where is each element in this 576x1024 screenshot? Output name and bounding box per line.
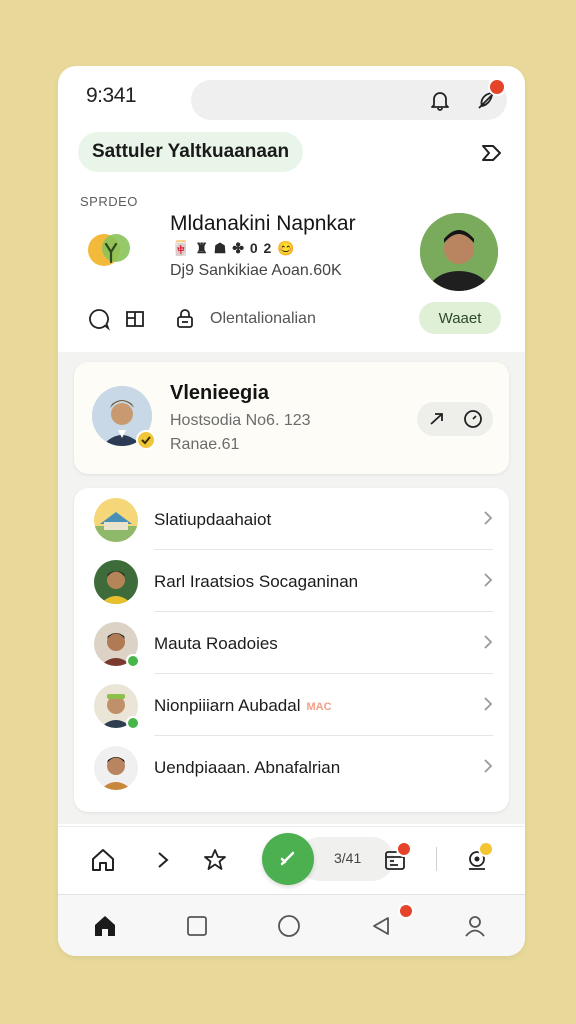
chat-icon[interactable] (86, 306, 112, 332)
star-icon[interactable] (200, 845, 230, 875)
profile-action-row: Olentalionalian Waaet (58, 298, 525, 338)
profile-avatar[interactable] (420, 213, 498, 291)
phone-screen: 9:341 Sattuler Yaltkuaanaan SPRDEO Mldan… (58, 66, 525, 956)
navigation-bar (58, 894, 525, 956)
profile-subtitle: Dj9 Sankikiae Aoan.60K (170, 262, 342, 279)
profile-name: Mldanakini Napnkar (170, 212, 356, 235)
section-caption: SPRDEO (80, 194, 138, 209)
featured-detail-1: Hostsodia No6. 123 (170, 412, 311, 429)
profile-emoji-line: 🀄 ♜ ☗ ✤ 0 2 😊 (172, 240, 296, 256)
contact-list: Slatiupdaahaiot Rarl Iraatsios Socaganin… (74, 488, 509, 812)
avatar (94, 560, 138, 604)
back-icon[interactable] (366, 911, 396, 941)
list-item[interactable]: Rarl Iraatsios Socaganinan (74, 550, 509, 612)
calendar-badge (396, 841, 412, 857)
chevron-right-icon (483, 634, 493, 655)
arrow-icon[interactable] (425, 408, 449, 430)
list-item[interactable]: Slatiupdaahaiot (74, 488, 509, 550)
brand-logo (84, 226, 138, 280)
featured-actions (417, 402, 493, 436)
home-icon[interactable] (90, 911, 120, 941)
action-label[interactable]: Olentalionalian (210, 310, 316, 328)
list-item-label: Rarl Iraatsios Socaganinan (154, 572, 359, 591)
list-item[interactable]: Uendpiaaan. Abnafalrian (74, 736, 509, 798)
toolbar-count: 3/41 (334, 850, 362, 866)
back-badge (398, 903, 414, 919)
chevron-right-icon (483, 510, 493, 531)
chevron-right-icon[interactable] (150, 847, 176, 873)
clock-icon[interactable] (461, 408, 485, 430)
search-pill[interactable] (191, 80, 507, 120)
list-item[interactable]: Nionpiiiarn Aubadal MAC (74, 674, 509, 736)
list-item-tag: MAC (306, 700, 332, 713)
lock-icon[interactable] (172, 306, 198, 332)
action-toolbar: 3/41 (58, 826, 525, 890)
account-icon[interactable] (460, 911, 490, 941)
page-title: Sattuler Yaltkuaanaan (78, 132, 304, 172)
recents-icon[interactable] (182, 911, 212, 941)
list-item-label: Slatiupdaahaiot (154, 510, 272, 529)
list-item-label: Mauta Roadoies (154, 634, 278, 653)
verified-badge-icon (136, 430, 156, 450)
avatar (94, 746, 138, 790)
online-status-icon (126, 716, 140, 730)
content-area: Vlenieegia Hostsodia No6. 123 Ranae.61 S… (58, 352, 525, 824)
chevron-right-icon (483, 572, 493, 593)
bell-icon[interactable] (426, 86, 454, 114)
featured-detail-2: Ranae.61 (170, 436, 240, 453)
avatar (94, 498, 138, 542)
home-outline-icon[interactable] (88, 845, 118, 875)
chevron-right-icon (483, 696, 493, 717)
status-bar: 9:341 (58, 66, 525, 130)
compose-button[interactable] (262, 833, 314, 885)
featured-title: Vlenieegia (170, 382, 269, 404)
featured-card[interactable]: Vlenieegia Hostsodia No6. 123 Ranae.61 (74, 362, 509, 474)
chevron-right-icon (483, 758, 493, 779)
list-item-label: Uendpiaaan. Abnafalrian (154, 758, 341, 777)
online-status-icon (126, 654, 140, 668)
divider (436, 847, 437, 871)
camera-badge (478, 841, 494, 857)
share-icon[interactable] (476, 138, 506, 168)
list-item-label: Nionpiiiarn Aubadal MAC (154, 696, 332, 715)
home-circle-icon[interactable] (274, 911, 304, 941)
list-item[interactable]: Mauta Roadoies (74, 612, 509, 674)
book-icon[interactable] (122, 306, 148, 332)
weather-button[interactable]: Waaet (419, 302, 501, 334)
status-time: 9:341 (86, 84, 137, 107)
notification-badge (488, 78, 506, 96)
